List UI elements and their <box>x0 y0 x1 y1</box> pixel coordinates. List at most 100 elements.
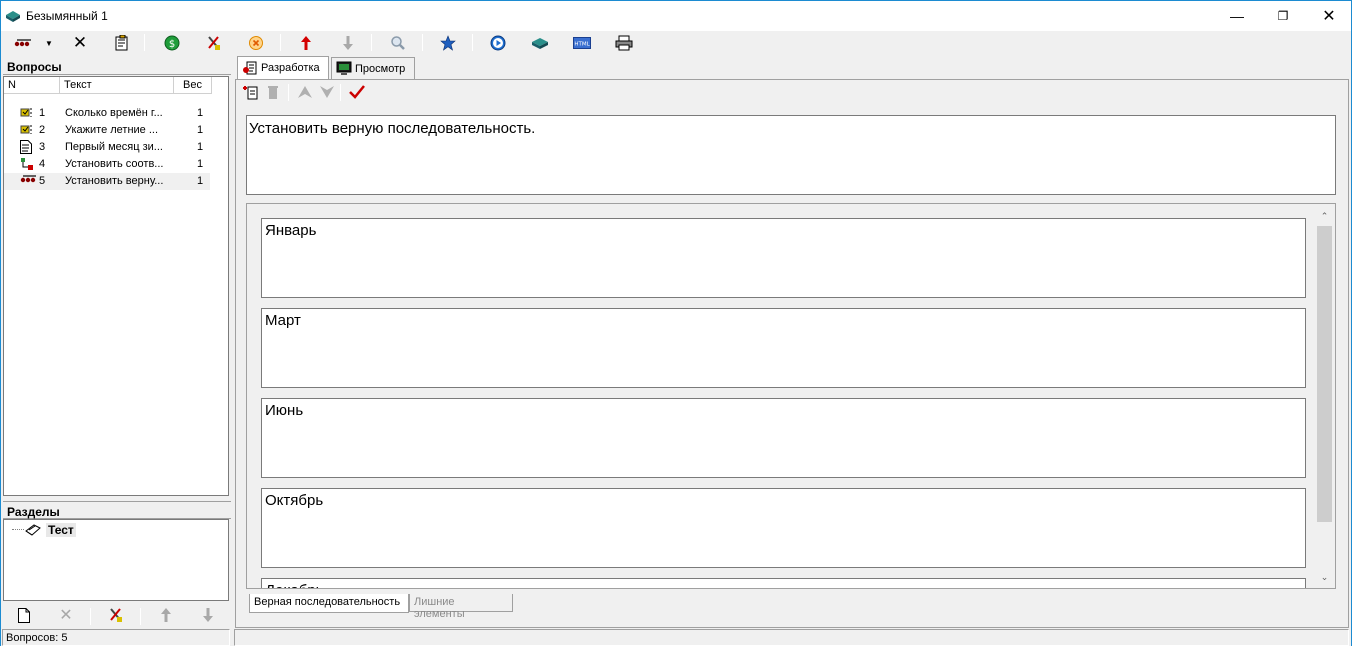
tab-correct-sequence[interactable]: Верная последовательность <box>249 594 409 613</box>
question-weight: 1 <box>197 124 204 136</box>
answer-item[interactable]: Март <box>261 308 1306 388</box>
monitor-icon <box>336 61 352 75</box>
favorite-button[interactable] <box>437 33 459 53</box>
question-row[interactable]: 5 Установить верну... 1 <box>4 173 210 190</box>
tab-development[interactable]: Разработка <box>237 56 329 79</box>
add-answer-button[interactable] <box>239 82 261 102</box>
test-book-icon <box>25 523 41 536</box>
section-down-button[interactable] <box>197 605 219 625</box>
add-item-icon <box>242 86 257 100</box>
toolbar-separator <box>371 34 372 51</box>
tools-icon <box>208 36 220 50</box>
properties-button[interactable] <box>111 33 133 53</box>
down-gray-icon <box>320 86 334 98</box>
html-export-button[interactable]: HTML <box>571 33 593 53</box>
question-number: 5 <box>39 175 46 187</box>
chevron-up-icon[interactable]: ⌃ <box>1316 208 1333 225</box>
delete-gray-icon: ✕ <box>59 607 73 624</box>
development-icon <box>243 61 257 75</box>
order-icon <box>20 174 38 187</box>
move-up-button[interactable] <box>295 33 317 53</box>
close-button[interactable]: ✕ <box>1306 1 1352 31</box>
section-tools-button[interactable] <box>105 605 127 625</box>
status-panel <box>234 629 1349 646</box>
minimize-icon: — <box>1230 8 1244 24</box>
app-window: Безымянный 1 — ❐ ✕ ▼ ✕ $ HTML Вопросы N … <box>0 0 1352 646</box>
delete-button[interactable]: ✕ <box>69 33 91 53</box>
answer-down-button[interactable] <box>316 82 338 102</box>
toolbar-separator <box>422 34 423 51</box>
cancel-button[interactable] <box>245 33 267 53</box>
search-button[interactable] <box>387 33 409 53</box>
main-toolbar: ▼ ✕ $ HTML <box>1 31 1351 55</box>
restore-button[interactable]: ❐ <box>1260 1 1306 31</box>
editor-panel: Разработка Просмотр Установить верную по… <box>233 56 1351 628</box>
tab-preview[interactable]: Просмотр <box>331 57 415 79</box>
tab-preview-label: Просмотр <box>355 62 406 75</box>
up-red-icon <box>301 36 311 50</box>
sections-toolbar: ✕ <box>3 602 229 628</box>
status-bar: Вопросов: 5 <box>1 628 1351 646</box>
question-number: 4 <box>39 158 46 170</box>
vertical-scrollbar[interactable]: ⌃ ⌄ <box>1316 208 1333 586</box>
section-label: Тест <box>46 522 76 537</box>
question-text: Первый месяц зи... <box>65 141 163 153</box>
match-icon <box>20 157 36 174</box>
multi-choice-icon <box>20 123 36 138</box>
toolbar-separator <box>472 34 473 51</box>
order-icon <box>14 39 31 47</box>
money-button[interactable]: $ <box>161 33 183 53</box>
answer-item[interactable]: Январь <box>261 218 1306 298</box>
column-header-text[interactable]: Текст <box>60 77 174 94</box>
question-text-field[interactable]: Установить верную последовательность. <box>246 115 1336 195</box>
answer-item[interactable]: Июнь <box>261 398 1306 478</box>
question-row[interactable]: 4 Установить соотв... 1 <box>4 156 228 173</box>
tools-button[interactable] <box>203 33 225 53</box>
toolbar-separator <box>90 608 91 625</box>
new-page-icon <box>18 607 30 623</box>
run-button[interactable] <box>487 33 509 53</box>
section-up-button[interactable] <box>155 605 177 625</box>
column-header-n[interactable]: N <box>4 77 60 94</box>
single-choice-icon <box>20 106 36 121</box>
order-dropdown-button[interactable]: ▼ <box>41 33 57 53</box>
questions-header: Вопросы <box>3 57 231 75</box>
questions-list[interactable]: N Текст Вес 1 Сколько времён г... 1 2 Укажит… <box>3 76 229 496</box>
check-button[interactable] <box>346 82 368 102</box>
question-row[interactable]: 1 Сколько времён г... 1 <box>4 105 228 122</box>
chevron-down-icon[interactable]: ⌄ <box>1316 569 1333 586</box>
question-row[interactable]: 3 Первый месяц зи... 1 <box>4 139 228 156</box>
new-section-button[interactable] <box>13 605 35 625</box>
close-icon: ✕ <box>1322 8 1336 25</box>
answer-item[interactable]: Октябрь <box>261 488 1306 568</box>
trash-icon <box>268 86 278 99</box>
toolbar-separator <box>288 84 289 101</box>
toolbar-separator <box>280 34 281 51</box>
checkmark-icon <box>349 85 365 99</box>
window-title: Безымянный 1 <box>26 9 108 23</box>
column-header-weight[interactable]: Вес <box>174 77 212 94</box>
sections-tree[interactable]: Тест <box>3 519 229 601</box>
toolbar-separator <box>140 608 141 625</box>
order-button[interactable] <box>12 33 36 53</box>
answer-item[interactable]: Декабрь <box>261 578 1306 588</box>
delete-section-button[interactable]: ✕ <box>55 605 77 625</box>
down-gray-icon <box>343 36 353 50</box>
tab-extra-elements[interactable]: Лишние элементы <box>409 594 513 620</box>
book-icon <box>532 38 548 49</box>
move-down-button[interactable] <box>337 33 359 53</box>
question-row[interactable]: 2 Укажите летние ... 1 <box>4 122 228 139</box>
scroll-thumb[interactable] <box>1317 226 1332 522</box>
print-button[interactable] <box>613 33 635 53</box>
restore-icon: ❐ <box>1277 9 1289 23</box>
sections-header: Разделы <box>3 501 231 519</box>
question-weight: 1 <box>197 158 204 170</box>
section-item-test[interactable]: Тест <box>24 522 76 537</box>
book-button[interactable] <box>529 33 551 53</box>
minimize-button[interactable]: — <box>1214 1 1260 31</box>
star-icon <box>440 35 456 51</box>
trash-button[interactable] <box>262 82 284 102</box>
answer-up-button[interactable] <box>294 82 316 102</box>
html-icon: HTML <box>573 37 591 49</box>
title-bar: Безымянный 1 — ❐ ✕ <box>1 1 1351 31</box>
